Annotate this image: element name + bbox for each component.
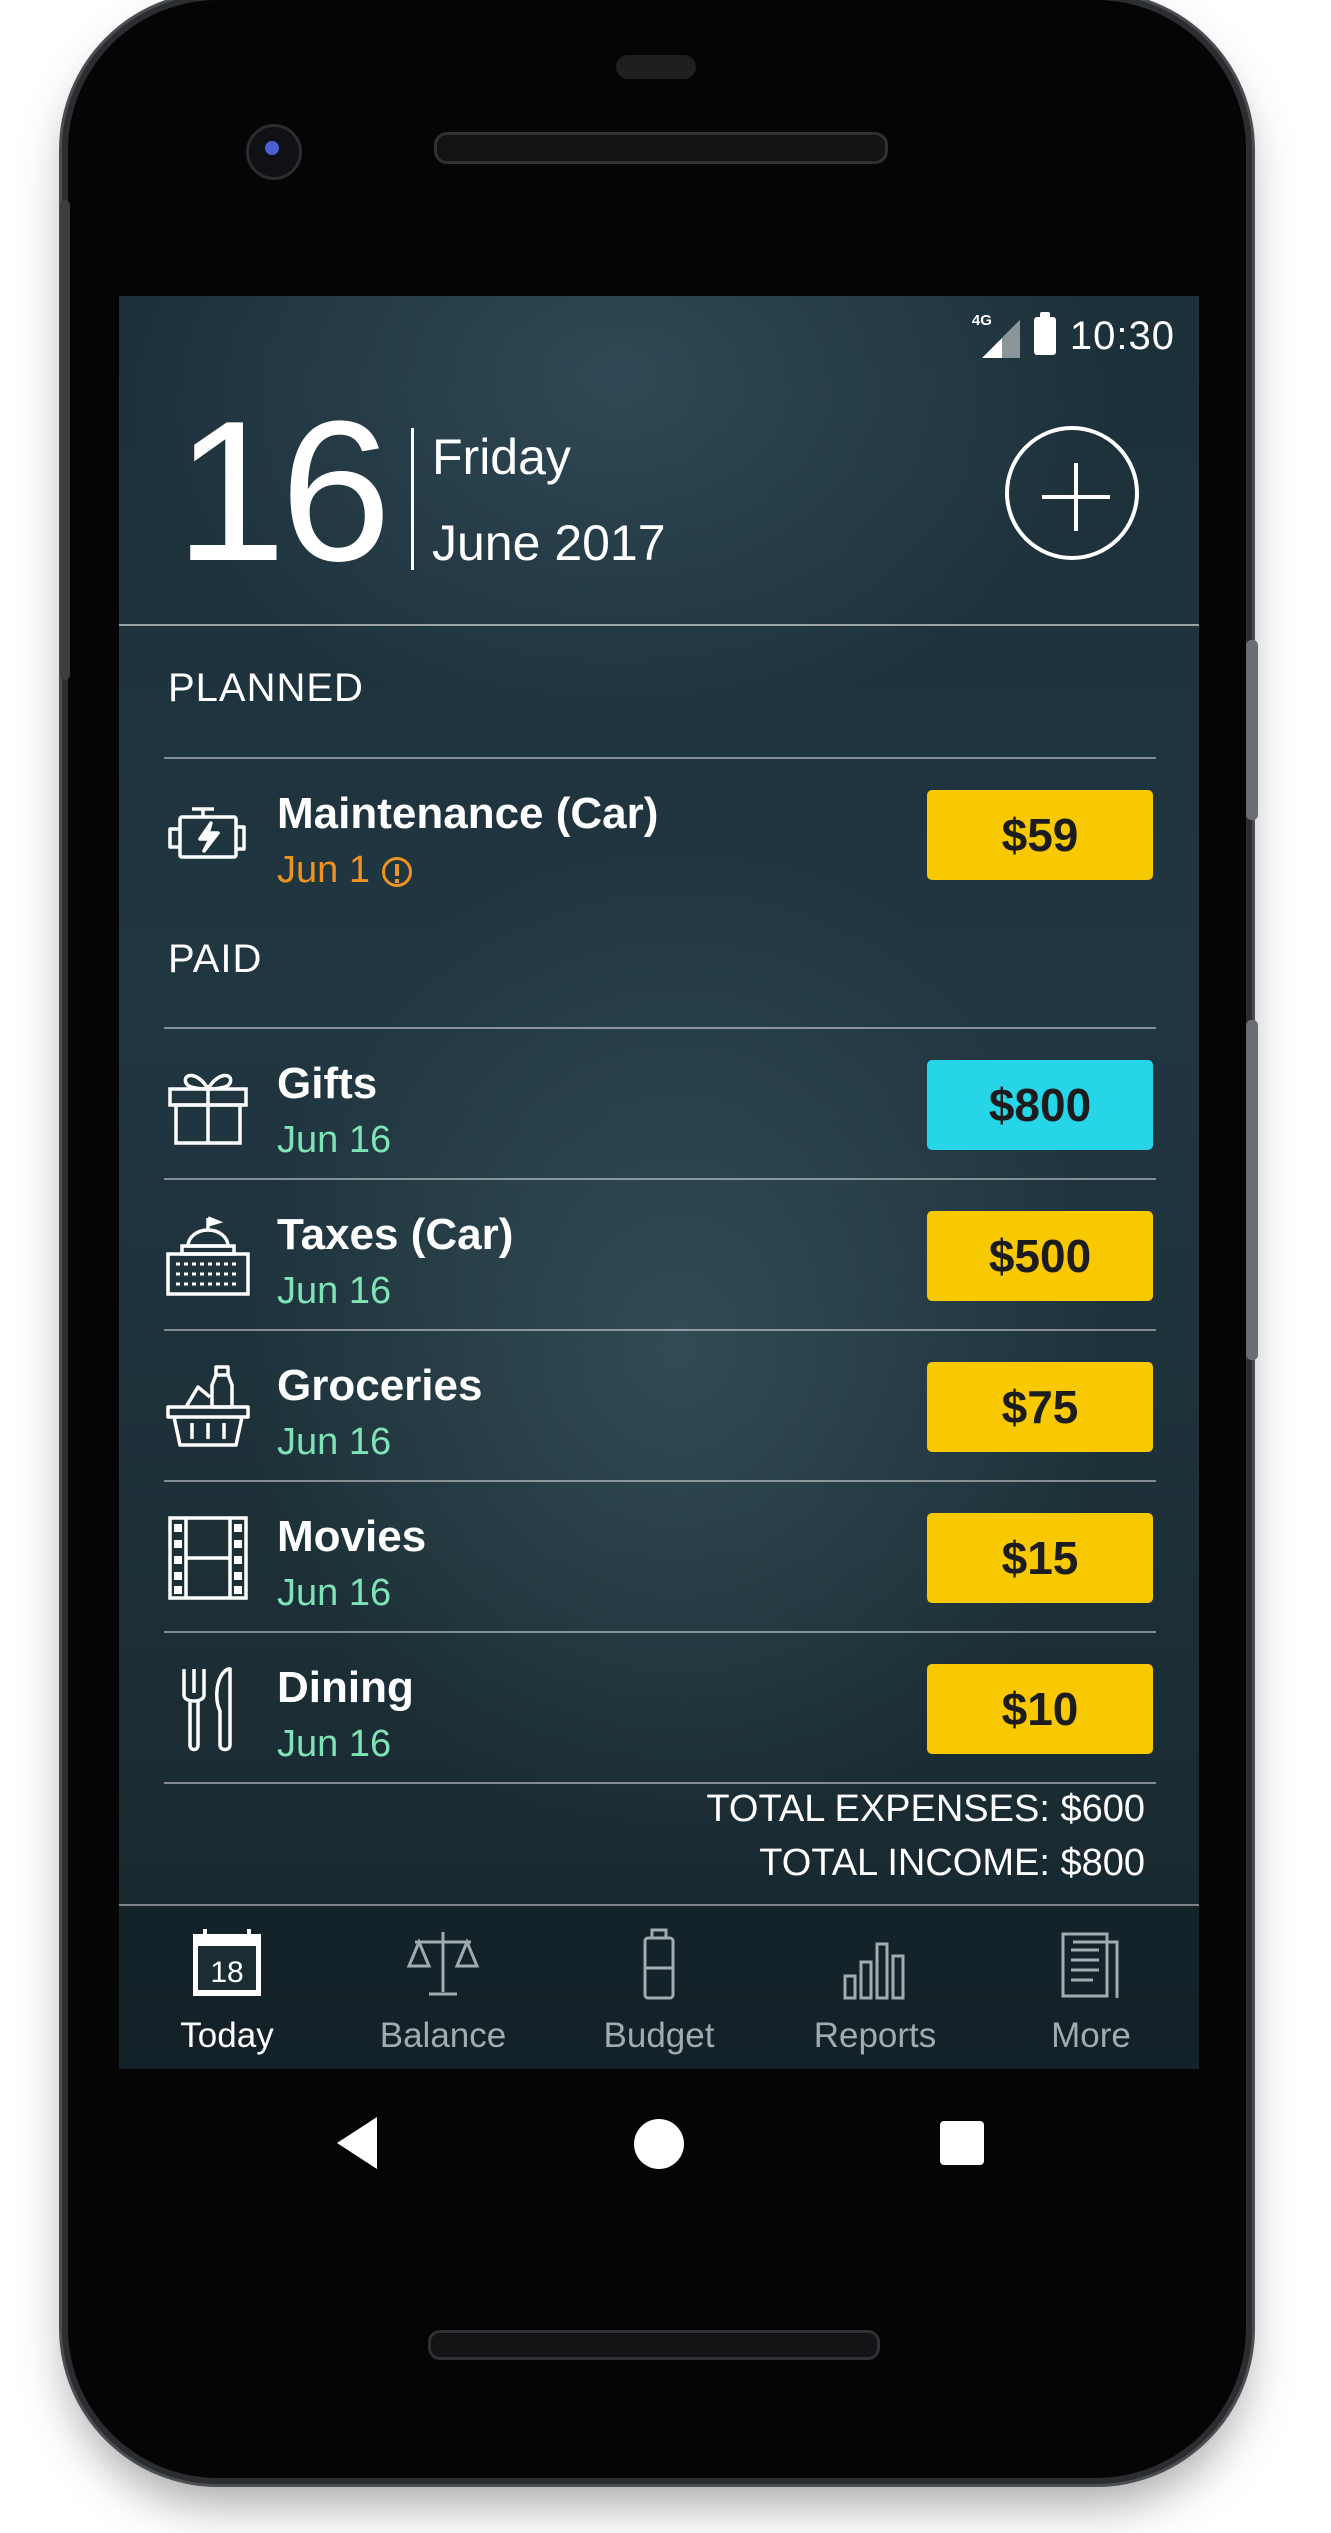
amount-badge[interactable]: $15: [927, 1513, 1153, 1603]
transaction-date: Jun 1: [277, 849, 412, 892]
volume-button: [1246, 1020, 1258, 1360]
documents-icon: [1061, 1932, 1119, 1998]
tab-balance[interactable]: Balance: [335, 1906, 551, 2069]
transaction-name: Movies: [277, 1512, 427, 1561]
sensor-notch: [616, 55, 696, 79]
amount-badge[interactable]: $10: [927, 1664, 1153, 1754]
earpiece-speaker: [434, 132, 888, 164]
paid-item-dining[interactable]: Dining Jun 16 $10: [164, 1633, 1156, 1783]
tab-today[interactable]: 18 Today: [119, 1906, 335, 2069]
back-triangle-icon[interactable]: [337, 2117, 377, 2169]
paid-item-groceries[interactable]: Groceries Jun 16 $75: [164, 1331, 1156, 1481]
transaction-date: Jun 16: [277, 1572, 392, 1614]
front-camera: [246, 124, 302, 180]
amount-badge[interactable]: $500: [927, 1211, 1153, 1301]
amount-badge[interactable]: $75: [927, 1362, 1153, 1452]
transaction-name: Gifts: [277, 1059, 378, 1108]
bottom-speaker: [428, 2330, 880, 2360]
film-strip-icon: [168, 1516, 248, 1600]
battery-icon: [643, 1928, 675, 2000]
calendar-day: 18: [210, 1956, 243, 1989]
gift-icon: [168, 1073, 248, 1145]
tab-label: More: [1051, 2016, 1131, 2055]
section-paid-label: PAID: [168, 937, 263, 981]
calendar-icon: 18: [193, 1929, 261, 1996]
amount-badge[interactable]: $59: [927, 790, 1153, 880]
scales-icon: [406, 1932, 480, 1996]
tab-reports[interactable]: Reports: [767, 1906, 983, 2069]
date-divider: [411, 428, 414, 570]
tab-budget[interactable]: Budget: [551, 1906, 767, 2069]
date-text: Jun 1: [277, 849, 370, 891]
month-year: June 2017: [432, 515, 666, 571]
amount-badge[interactable]: $800: [927, 1060, 1153, 1150]
fork-knife-icon: [182, 1667, 232, 1752]
transaction-date: Jun 16: [277, 1421, 392, 1463]
tab-more[interactable]: More: [983, 1906, 1199, 2069]
transaction-name: Groceries: [277, 1361, 483, 1410]
transaction-name: Taxes (Car): [277, 1210, 514, 1259]
power-button: [1246, 640, 1258, 820]
transaction-date: Jun 16: [277, 1723, 392, 1765]
date-header: 16 Friday June 2017: [119, 296, 1199, 626]
transaction-date: Jun 16: [277, 1119, 392, 1161]
tab-label: Balance: [379, 2016, 507, 2055]
planned-item-maintenance[interactable]: Maintenance (Car) Jun 1 $59: [164, 759, 1156, 909]
totals: TOTAL EXPENSES: $600 TOTAL INCOME: $800: [706, 1782, 1145, 1890]
bar-chart-icon: [843, 1942, 905, 2000]
tab-label: Reports: [813, 2016, 937, 2055]
warning-icon: [381, 856, 412, 887]
total-income: TOTAL INCOME: $800: [759, 1842, 1145, 1884]
section-planned-label: PLANNED: [168, 666, 364, 710]
paid-item-taxes[interactable]: Taxes (Car) Jun 16 $500: [164, 1180, 1156, 1330]
system-navigation-bar: [119, 2069, 1199, 2229]
day-number: 16: [175, 380, 391, 603]
weekday: Friday: [432, 429, 571, 485]
tab-label: Budget: [603, 2016, 715, 2055]
phone-side-edge: [60, 200, 70, 680]
transaction-name: Dining: [277, 1663, 414, 1712]
paid-item-gifts[interactable]: Gifts Jun 16 $800: [164, 1029, 1156, 1179]
paid-item-movies[interactable]: Movies Jun 16 $15: [164, 1482, 1156, 1632]
transaction-date: Jun 16: [277, 1270, 392, 1312]
add-transaction-button[interactable]: [1005, 426, 1139, 560]
government-building-icon: [166, 1216, 250, 1296]
recents-square-icon[interactable]: [940, 2121, 984, 2165]
grocery-basket-icon: [166, 1365, 250, 1447]
engine-icon: [168, 807, 246, 859]
home-circle-icon[interactable]: [634, 2119, 684, 2169]
transaction-name: Maintenance (Car): [277, 789, 659, 838]
tab-label: Today: [180, 2016, 274, 2055]
bottom-nav: 18 Today Balance Budget Reports More: [119, 1904, 1199, 2069]
total-expenses: TOTAL EXPENSES: $600: [706, 1788, 1145, 1830]
app-screen: 4G 10:30 16 Friday June 2017 PLANNED Mai…: [119, 296, 1199, 2069]
